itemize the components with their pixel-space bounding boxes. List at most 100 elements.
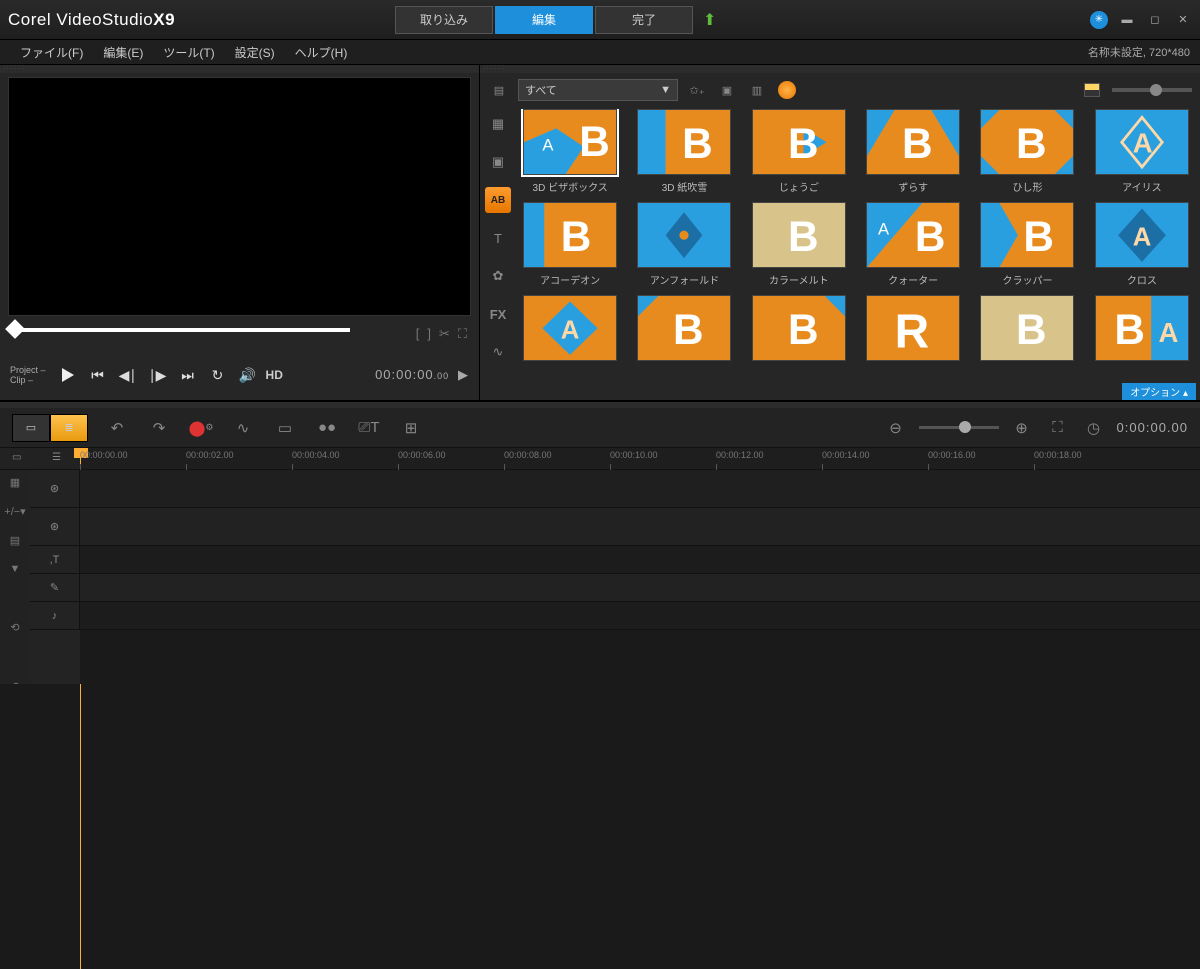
voice-track-lane[interactable] xyxy=(80,574,1200,602)
zoom-out-button[interactable]: ⊖ xyxy=(883,415,909,441)
minimize-button[interactable]: ▬ xyxy=(1118,11,1136,29)
gallery-disc-icon[interactable] xyxy=(776,79,798,101)
track-opts-1-icon[interactable]: ▦ xyxy=(10,476,20,489)
maximize-button[interactable]: ◻ xyxy=(1146,11,1164,29)
mode-clip-label[interactable]: Clip – xyxy=(10,375,46,385)
audio-mixer-button[interactable]: ∿ xyxy=(230,415,256,441)
undo-button[interactable]: ↶ xyxy=(104,415,130,441)
library-pane-handle[interactable]: :::::::: xyxy=(480,65,1200,73)
track-opts-3-icon[interactable]: ⟲ xyxy=(10,621,19,634)
record-button[interactable]: ⬤⚙ xyxy=(188,415,214,441)
transition-thumb[interactable]: Aアイリス xyxy=(1092,109,1192,194)
transition-thumb[interactable]: Aクロス xyxy=(1092,202,1192,287)
options-panel-toggle[interactable]: オプション ▴ xyxy=(1122,383,1196,400)
transition-thumb[interactable]: Bカラーメルト xyxy=(749,202,849,287)
storyboard-view-button[interactable]: ▭ xyxy=(12,414,50,442)
timeline-zoom-thumb[interactable] xyxy=(959,421,971,433)
track-opts-4-icon[interactable]: ⟲ xyxy=(10,680,19,684)
thumb-size-slider[interactable] xyxy=(1112,88,1192,92)
transition-thumb[interactable]: BAクォーター xyxy=(863,202,963,287)
transition-thumb[interactable]: B xyxy=(749,295,849,365)
mode-project-label[interactable]: Project – xyxy=(10,365,46,375)
track-motion-button[interactable]: ●● xyxy=(314,415,340,441)
overlay-track-header[interactable]: ⊛ xyxy=(30,508,80,546)
zoom-in-button[interactable]: ⊕ xyxy=(1009,415,1035,441)
transition-thumb[interactable]: Bじょうご xyxy=(749,109,849,194)
preview-viewport[interactable] xyxy=(8,77,471,316)
transition-thumb[interactable]: A xyxy=(520,295,620,365)
multiview-button[interactable]: ⊞ xyxy=(398,415,424,441)
timeline-timecode[interactable]: 0:00:00.00 xyxy=(1117,420,1188,436)
timecode-arrow-icon[interactable]: ▶ xyxy=(458,367,469,382)
transition-thumb[interactable]: Bずらす xyxy=(863,109,963,194)
upload-icon[interactable]: ⬆ xyxy=(703,10,716,30)
menu-edit[interactable]: 編集(E) xyxy=(93,41,153,64)
ruler-collapse-icon[interactable]: ▭ xyxy=(12,452,28,466)
fit-project-button[interactable]: ⛶ xyxy=(1045,415,1071,441)
sidebar-media-icon[interactable]: ▦ xyxy=(485,111,511,137)
loop-button[interactable]: ↻ xyxy=(206,363,230,387)
overlay-track-lane[interactable] xyxy=(80,508,1200,546)
close-button[interactable]: ✕ xyxy=(1174,11,1192,29)
sidebar-graphic-icon[interactable]: ✿ xyxy=(485,263,511,289)
tab-share[interactable]: 完了 xyxy=(595,6,693,34)
sidebar-path-icon[interactable]: ∿ xyxy=(485,339,511,365)
transition-thumb[interactable]: Bアコーデオン xyxy=(520,202,620,287)
next-frame-button[interactable]: ∣▶ xyxy=(146,363,170,387)
timeline-zoom-slider[interactable] xyxy=(919,426,999,429)
video-track-lane[interactable] xyxy=(80,470,1200,508)
end-button[interactable]: ⏭ xyxy=(176,363,200,387)
transition-thumb[interactable]: BA3D ビザボックス xyxy=(520,109,620,194)
chapter-button[interactable]: ▭ xyxy=(272,415,298,441)
track-opts-2-icon[interactable]: ▤ xyxy=(10,534,20,547)
import-media-icon[interactable]: ▤ xyxy=(488,79,510,101)
transition-thumb[interactable]: B xyxy=(634,295,734,365)
scrub-track[interactable] xyxy=(10,328,350,332)
menu-tools[interactable]: ツール(T) xyxy=(153,41,224,64)
timeline-ruler[interactable]: 00:00:00.0000:00:02.0000:00:04.0000:00:0… xyxy=(80,448,1200,469)
subtitle-button[interactable]: ⎚T xyxy=(356,415,382,441)
title-track-lane[interactable] xyxy=(80,546,1200,574)
transition-thumb[interactable]: Bひし形 xyxy=(977,109,1077,194)
transition-thumb[interactable]: BA xyxy=(1092,295,1192,365)
collapse-arrow-icon[interactable]: ▼ xyxy=(10,563,21,575)
transition-thumb[interactable]: アンフォールド xyxy=(634,202,734,287)
tab-edit[interactable]: 編集 xyxy=(495,6,593,34)
cut-icon[interactable]: ✂ xyxy=(439,326,450,342)
mark-in-icon[interactable]: [ xyxy=(416,326,420,342)
clock-icon[interactable]: ◷ xyxy=(1081,415,1107,441)
tab-capture[interactable]: 取り込み xyxy=(395,6,493,34)
thumb-size-slider-thumb[interactable] xyxy=(1150,84,1162,96)
plus-minus-toggle[interactable]: +/−▾ xyxy=(4,505,25,518)
prev-frame-button[interactable]: ◀∣ xyxy=(116,363,140,387)
view-mode-toggle[interactable] xyxy=(1084,83,1100,97)
expand-icon[interactable]: ⛶ xyxy=(458,326,467,342)
menu-file[interactable]: ファイル(F) xyxy=(10,41,93,64)
transition-thumb[interactable]: R xyxy=(863,295,963,365)
music-track-header[interactable]: ♪ xyxy=(30,602,80,630)
scrub-bar[interactable]: [ ] ✂ ⛶ xyxy=(0,320,479,350)
redo-button[interactable]: ↷ xyxy=(146,415,172,441)
transition-thumb[interactable]: B3D 紙吹雪 xyxy=(634,109,734,194)
category-dropdown[interactable]: すべて ▼ xyxy=(518,79,678,101)
timeline-view-button[interactable]: ≣ xyxy=(50,414,88,442)
preview-timecode[interactable]: 00:00:00.00 ▶ xyxy=(375,367,469,383)
video-track-header[interactable]: ⊛ xyxy=(30,470,80,508)
preview-pane-handle[interactable]: :::::::: xyxy=(0,65,479,73)
sidebar-fx-icon[interactable]: FX xyxy=(485,301,511,327)
sidebar-transition-button[interactable]: AB xyxy=(485,187,511,213)
menu-settings[interactable]: 設定(S) xyxy=(225,41,285,64)
music-track-lane[interactable] xyxy=(80,602,1200,630)
home-button[interactable]: ⏮ xyxy=(86,363,110,387)
favorite-add-icon[interactable]: ✩₊ xyxy=(686,79,708,101)
menu-help[interactable]: ヘルプ(H) xyxy=(285,41,358,64)
transition-thumb[interactable]: B xyxy=(977,295,1077,365)
voice-track-header[interactable]: ✎ xyxy=(30,574,80,602)
transition-thumb[interactable]: Bクラッパー xyxy=(977,202,1077,287)
mark-out-icon[interactable]: ] xyxy=(427,326,431,342)
hd-toggle[interactable]: HD xyxy=(266,368,283,382)
ruler-list-icon[interactable]: ☰ xyxy=(52,452,68,466)
globe-icon[interactable]: ✳ xyxy=(1090,11,1108,29)
play-button[interactable] xyxy=(56,363,80,387)
sidebar-instant-icon[interactable]: ▣ xyxy=(485,149,511,175)
